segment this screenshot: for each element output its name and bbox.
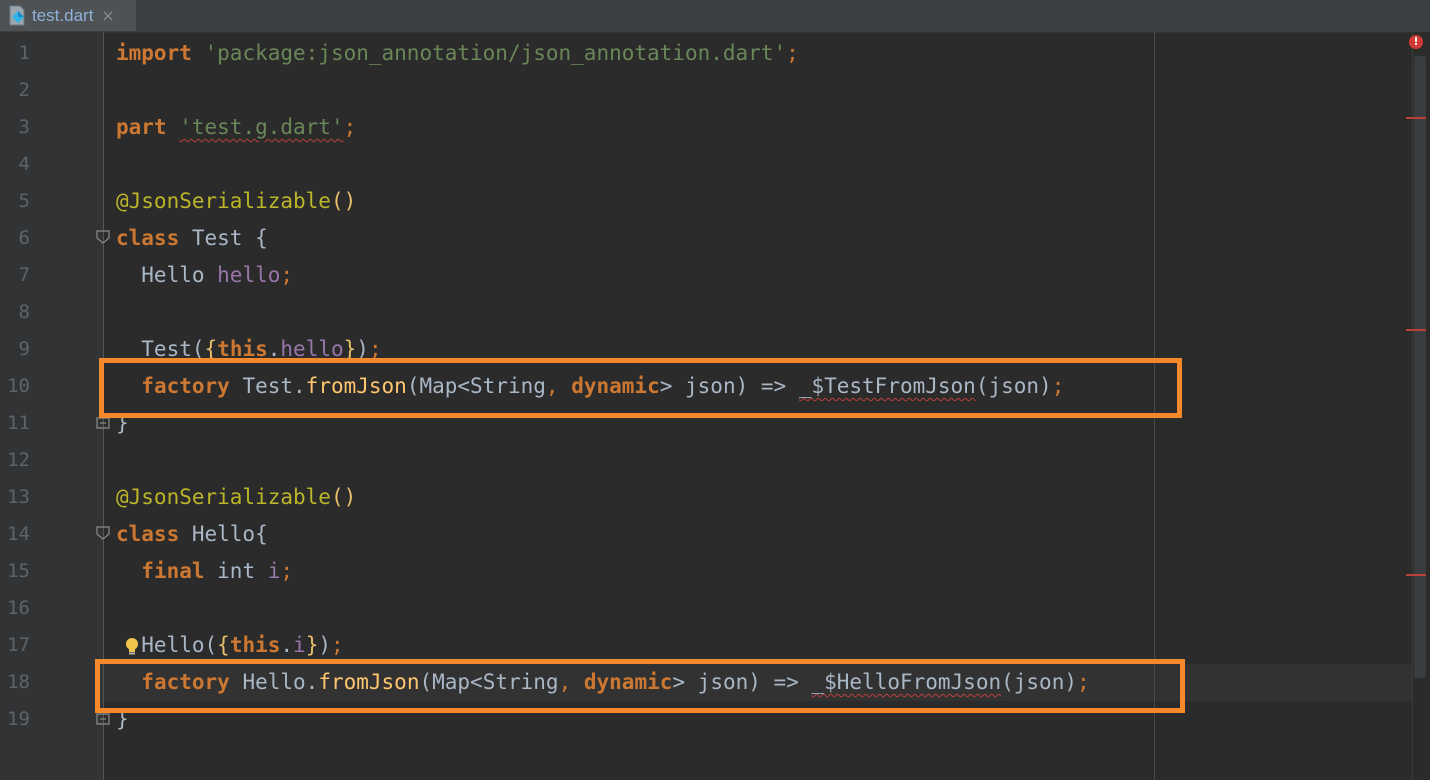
line-number: 5 [18,190,30,212]
token: () [330,189,357,213]
line-number: 8 [18,301,30,323]
code-line-14: class Hello{ [116,516,268,553]
token: . [280,633,294,657]
token: ; [331,633,344,657]
token: } [305,633,319,657]
highlight-box-line-10 [99,358,1182,418]
token: ; [280,559,294,583]
line-number: 18 [7,671,30,693]
token: final [141,559,205,583]
token: int [204,559,268,583]
token: 'package:json_annotation/json_annotation… [204,41,787,65]
token: 'test.g.dart' [179,115,344,139]
line-number: 9 [18,338,30,360]
error-stripe-mark[interactable] [1406,117,1426,119]
code-line-5: @JsonSerializable() [116,183,356,220]
tab-label: test.dart [32,5,94,25]
line-number: 19 [7,708,30,730]
tab-test-dart[interactable]: test.dart × [0,0,136,31]
fold-collapse-icon[interactable] [95,525,111,541]
line-number: 6 [18,227,30,249]
line-number: 4 [18,153,30,175]
token: ) [318,633,332,657]
token: () [330,485,357,509]
code-line-13: @JsonSerializable() [116,479,356,516]
editor-tab-bar: test.dart × [0,0,1430,33]
token: Hello [179,522,256,546]
line-number: 15 [7,560,30,582]
token: i [293,633,306,657]
lightbulb-icon[interactable] [124,637,140,657]
token: class [116,226,180,250]
token: i [267,559,281,583]
token: import [116,41,192,65]
line-number: 10 [7,375,30,397]
scrollbar-thumb[interactable] [1414,56,1426,678]
dart-file-icon [8,5,28,27]
token: ; [343,115,357,139]
error-stripe-mark[interactable] [1406,574,1426,576]
token: { [255,522,268,546]
error-stripe-mark[interactable] [1406,329,1426,331]
line-number: 2 [18,79,30,101]
token: { [255,226,268,250]
close-icon[interactable]: × [101,6,114,25]
token: class [116,522,180,546]
token: { [217,633,230,657]
token: @JsonSerializable [116,189,331,213]
line-number: 11 [7,412,30,434]
token: ; [280,263,294,287]
token: hello [217,263,281,287]
code-line-15: final int i; [116,553,293,590]
line-number: 12 [7,449,30,471]
highlight-box-line-18 [95,659,1185,713]
line-number: 3 [18,116,30,138]
code-line-1: import 'package:json_annotation/json_ann… [116,35,799,72]
code-line-6: class Test { [116,220,268,257]
error-indicator-icon[interactable]: ! [1409,35,1423,49]
line-number: 13 [7,486,30,508]
token: this [229,633,281,657]
token: Test [179,226,256,250]
code-line-7: Hello hello; [116,257,293,294]
line-number: 17 [7,634,30,656]
line-number: 16 [7,597,30,619]
fold-collapse-icon[interactable] [95,229,111,245]
token: part [116,115,167,139]
token: Hello [116,263,218,287]
line-number: 14 [7,523,30,545]
token: ; [786,41,799,65]
line-number: 7 [18,264,30,286]
line-number: 1 [18,42,30,64]
token: @JsonSerializable [116,485,331,509]
code-line-3: part 'test.g.dart'; [116,109,356,146]
